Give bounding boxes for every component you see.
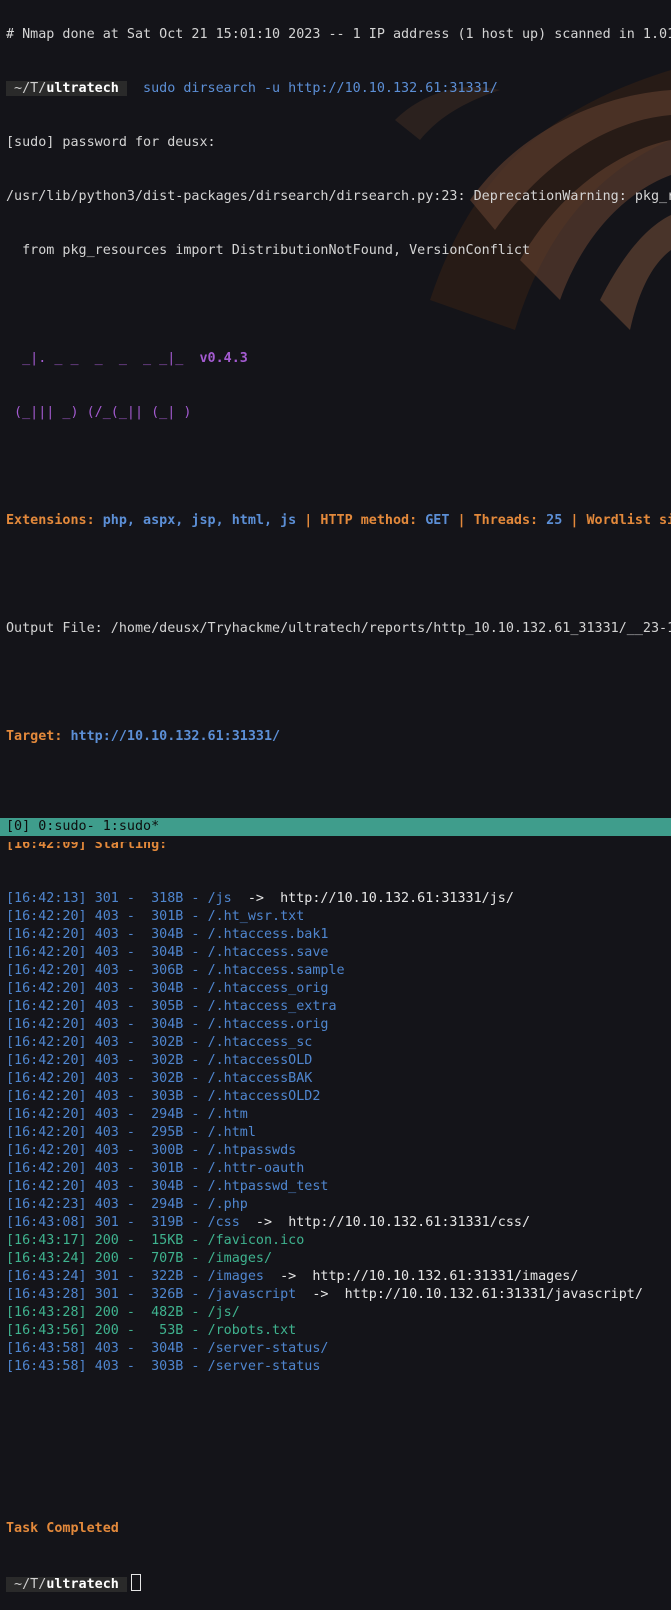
tmux-window-list[interactable]: [0] 0:sudo- 1:sudo*: [6, 819, 159, 834]
sudo-password-line: [sudo] password for deusx:: [6, 135, 216, 150]
result-row: [16:42:20] 403 - 302B - /.htaccessOLD: [6, 1053, 313, 1068]
result-row: [16:43:28] 301 - 326B - /javascript -> h…: [6, 1287, 643, 1302]
terminal-cursor[interactable]: [130, 1574, 141, 1591]
result-row: [16:43:28] 200 - 482B - /js/: [6, 1305, 240, 1320]
command-prompt: ~/T/ultratech sudo dirsearch -u http://1…: [6, 80, 671, 98]
deprecation-warning-line: /usr/lib/python3/dist-packages/dirsearch…: [6, 189, 671, 204]
command-text: sudo dirsearch -u http://10.10.132.61:31…: [126, 81, 498, 96]
prompt-host: ultratech: [46, 81, 127, 96]
result-row: [16:42:13] 301 - 318B - /js -> http://10…: [6, 891, 514, 906]
result-row: [16:42:20] 403 - 304B - /.htaccess_orig: [6, 981, 329, 996]
result-row: [16:43:17] 200 - 15KB - /favicon.ico: [6, 1233, 305, 1248]
result-row: [16:42:20] 403 - 303B - /.htaccessOLD2: [6, 1089, 321, 1104]
ascii-logo-line-1: _|. _ _ _ _ _ _|_ v0.4.3: [6, 350, 671, 368]
config-line: Extensions: php, aspx, jsp, html, js | H…: [6, 513, 671, 528]
result-row: [16:42:20] 403 - 302B - /.htaccess_sc: [6, 1035, 313, 1050]
result-row: [16:42:20] 403 - 301B - /.httr-oauth: [6, 1161, 305, 1176]
ascii-logo-line-2: (_||| _) (/_(_|| (_| ): [6, 405, 192, 420]
result-row: [16:42:23] 403 - 294B - /.php: [6, 1197, 248, 1212]
result-row: [16:42:20] 403 - 295B - /.html: [6, 1125, 256, 1140]
final-prompt: ~/T/ultratech: [6, 1574, 671, 1592]
task-completed-line: Task Completed: [6, 1521, 119, 1536]
result-row: [16:43:56] 200 - 53B - /robots.txt: [6, 1323, 297, 1338]
result-row: [16:42:20] 403 - 306B - /.htaccess.sampl…: [6, 963, 345, 978]
nmap-done-line: # Nmap done at Sat Oct 21 15:01:10 2023 …: [6, 27, 671, 42]
import-line: from pkg_resources import DistributionNo…: [6, 243, 531, 258]
target-line: Target: http://10.10.132.61:31331/: [6, 729, 281, 744]
results-list: [16:42:13] 301 - 318B - /js -> http://10…: [6, 890, 671, 1376]
version-label: v0.4.3: [199, 351, 248, 366]
result-row: [16:42:20] 403 - 304B - /.htaccess.save: [6, 945, 329, 960]
result-row: [16:43:24] 301 - 322B - /images -> http:…: [6, 1269, 579, 1284]
result-row: [16:43:24] 200 - 707B - /images/: [6, 1251, 273, 1266]
result-row: [16:42:20] 403 - 305B - /.htaccess_extra: [6, 999, 337, 1014]
terminal-output: # Nmap done at Sat Oct 21 15:01:10 2023 …: [6, 0, 671, 1610]
ascii-logo-1: _|. _ _ _ _ _ _|_: [6, 351, 184, 366]
result-row: [16:43:08] 301 - 319B - /css -> http://1…: [6, 1215, 531, 1230]
result-row: [16:42:20] 403 - 304B - /.htpasswd_test: [6, 1179, 329, 1194]
output-file-line: Output File: /home/deusx/Tryhackme/ultra…: [6, 621, 671, 636]
result-row: [16:42:20] 403 - 294B - /.htm: [6, 1107, 248, 1122]
tmux-status-bar[interactable]: [0] 0:sudo- 1:sudo*: [0, 818, 671, 836]
result-row: [16:42:20] 403 - 304B - /.htaccess.bak1: [6, 927, 329, 942]
result-row: [16:42:20] 403 - 304B - /.htaccess.orig: [6, 1017, 329, 1032]
result-row: [16:42:20] 403 - 300B - /.htpasswds: [6, 1143, 297, 1158]
result-row: [16:43:58] 403 - 304B - /server-status/: [6, 1341, 329, 1356]
result-row: [16:42:20] 403 - 302B - /.htaccessBAK: [6, 1071, 313, 1086]
bottom-strip: [0, 836, 671, 842]
result-row: [16:43:58] 403 - 303B - /server-status: [6, 1359, 321, 1374]
result-row: [16:42:20] 403 - 301B - /.ht_wsr.txt: [6, 909, 305, 924]
prompt-dir: ~/T/: [6, 81, 47, 96]
